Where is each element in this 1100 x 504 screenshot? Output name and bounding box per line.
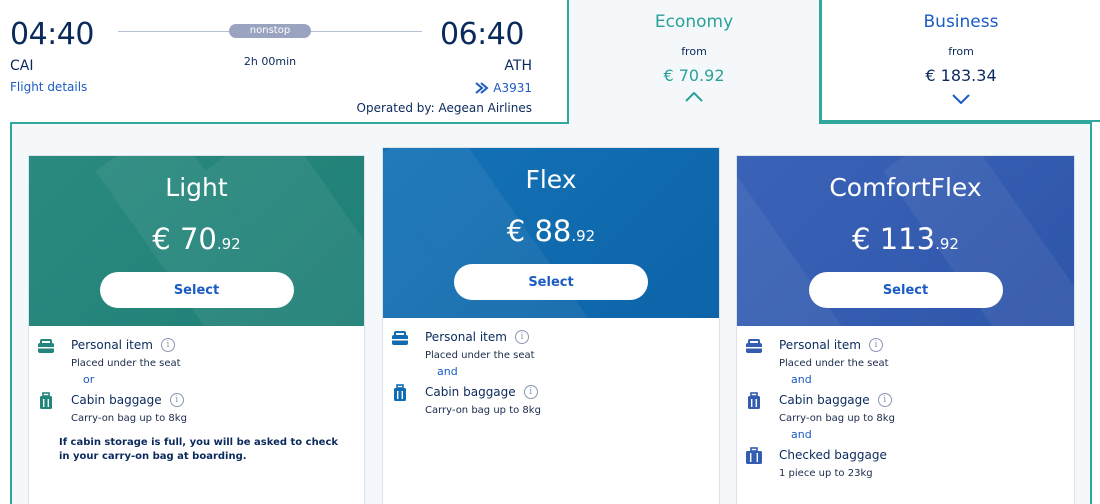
info-icon[interactable]: i (877, 393, 892, 407)
nonstop-badge: nonstop (229, 24, 311, 38)
fare-header: Flex € 88.92 Select (383, 148, 719, 318)
feature-title: Personal item (71, 338, 153, 352)
feature-title: Cabin baggage (779, 393, 870, 407)
fare-price-main: € 113 (852, 222, 936, 256)
business-label: Business (923, 12, 999, 32)
fare-price: € 88.92 (383, 214, 719, 248)
info-icon[interactable]: i (160, 338, 175, 352)
operated-by: Operated by: Aegean Airlines (356, 101, 533, 115)
flight-details-link[interactable]: Flight details (10, 80, 87, 94)
feature-cabin-baggage: Cabin baggage i Carry-on bag up to 8kg (29, 391, 364, 424)
chevron-down-icon (952, 94, 970, 104)
fare-price-cents: .92 (216, 235, 241, 253)
fare-price-main: € 88 (506, 214, 572, 248)
fare-name: Flex (525, 165, 577, 194)
economy-label: Economy (654, 12, 734, 32)
feature-description: Carry-on bag up to 8kg (425, 405, 541, 416)
fare-features: Personal item i Placed under the seat and… (737, 326, 1074, 479)
feature-connector: and (791, 373, 812, 386)
tab-economy[interactable]: Economy from € 70.92 (567, 0, 821, 124)
feature-description: 1 piece up to 23kg (779, 468, 873, 479)
feature-title: Cabin baggage (71, 393, 162, 407)
fare-price: € 70.92 (29, 222, 364, 256)
fare-card-flex: Flex € 88.92 Select Personal item i Place… (382, 147, 720, 504)
fare-price-main: € 70 (152, 222, 217, 256)
fare-price-cents: .92 (935, 235, 959, 253)
flight-number-text: A3931 (493, 81, 532, 95)
arrival-airport: ATH (504, 58, 532, 74)
feature-title: Checked baggage (779, 448, 887, 462)
select-comfortflex-button[interactable]: Select (808, 272, 1003, 308)
briefcase-icon (746, 339, 762, 353)
flight-summary: 04:40 nonstop 2h 00min 06:40 CAI ATH Fli… (0, 0, 568, 122)
fare-card-comfortflex: ComfortFlex € 113.92 Select Personal ite… (736, 155, 1075, 504)
chevron-up-icon (685, 92, 703, 102)
fare-name: ComfortFlex (829, 173, 982, 202)
fare-card-light: Light € 70.92 Select Personal item i Plac… (28, 155, 365, 504)
feature-connector: and (437, 365, 458, 378)
fare-name: Light (165, 173, 228, 202)
feature-description: Placed under the seat (779, 358, 889, 369)
info-icon[interactable]: i (868, 338, 883, 352)
business-from-label: from (948, 45, 974, 58)
select-light-button[interactable]: Select (99, 272, 294, 308)
business-price: € 183.34 (925, 66, 997, 85)
suitcase-icon (394, 384, 406, 401)
feature-checked-baggage: Checked baggage 1 piece up to 23kg (737, 446, 1074, 479)
feature-description: Carry-on bag up to 8kg (71, 413, 187, 424)
feature-personal-item: Personal item i Placed under the seat (29, 336, 364, 369)
feature-personal-item: Personal item i Placed under the seat (383, 328, 719, 361)
feature-personal-item: Personal item i Placed under the seat (737, 336, 1074, 369)
feature-cabin-baggage: Cabin baggage i Carry-on bag up to 8kg (737, 391, 1074, 424)
cabin-storage-note: If cabin storage is full, you will be as… (59, 437, 339, 462)
economy-price: € 70.92 (663, 66, 725, 85)
tab-business[interactable]: Business from € 183.34 (820, 0, 1100, 122)
departure-airport: CAI (10, 58, 34, 74)
briefcase-icon (38, 339, 54, 353)
info-icon[interactable]: i (169, 393, 184, 407)
briefcase-icon (392, 331, 408, 345)
fare-header: ComfortFlex € 113.92 Select (737, 156, 1074, 326)
select-flex-button[interactable]: Select (454, 264, 648, 300)
feature-description: Carry-on bag up to 8kg (779, 413, 895, 424)
feature-title: Cabin baggage (425, 385, 516, 399)
feature-title: Personal item (779, 338, 861, 352)
departure-time: 04:40 (10, 17, 94, 52)
fare-price: € 113.92 (737, 222, 1074, 256)
fare-features: Personal item i Placed under the seat or … (29, 326, 364, 464)
economy-from-label: from (681, 45, 707, 58)
info-icon[interactable]: i (514, 330, 529, 344)
fare-header: Light € 70.92 Select (29, 156, 364, 326)
suitcase-icon (40, 392, 52, 409)
feature-description: Placed under the seat (425, 350, 535, 361)
feature-description: Placed under the seat (71, 358, 181, 369)
feature-cabin-baggage: Cabin baggage i Carry-on bag up to 8kg (383, 383, 719, 416)
feature-connector: or (83, 373, 95, 386)
info-icon[interactable]: i (523, 385, 538, 399)
flight-number: A3931 (475, 81, 532, 95)
fare-features: Personal item i Placed under the seat and… (383, 318, 719, 416)
aegean-logo-icon (475, 82, 489, 94)
arrival-time: 06:40 (440, 17, 524, 52)
feature-title: Personal item (425, 330, 507, 344)
suitcase-icon (748, 392, 760, 409)
flight-duration: 2h 00min (243, 55, 297, 68)
feature-connector: and (791, 428, 812, 441)
fare-price-cents: .92 (571, 227, 596, 245)
checked-bag-icon (746, 447, 762, 464)
